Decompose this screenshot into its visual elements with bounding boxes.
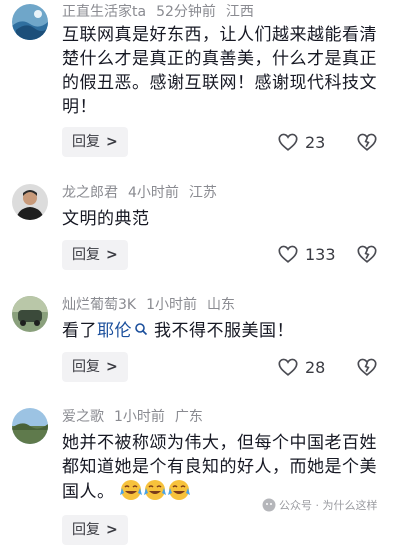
reply-button[interactable]: 回复 > xyxy=(62,127,128,157)
username[interactable]: 爱之歌 xyxy=(62,409,104,425)
dislike-icon[interactable] xyxy=(356,243,378,265)
avatar[interactable] xyxy=(12,296,48,332)
heart-icon xyxy=(278,245,298,263)
chevron-right-icon: > xyxy=(106,359,118,375)
avatar[interactable] xyxy=(12,408,48,444)
like-button[interactable]: 23 xyxy=(277,130,325,154)
avatar[interactable] xyxy=(12,4,48,40)
location: 广东 xyxy=(174,409,203,425)
avatar[interactable] xyxy=(12,184,48,220)
username[interactable]: 灿烂葡萄3K xyxy=(62,297,136,313)
comment-meta: 龙之郎君 4小时前 江苏 xyxy=(62,182,227,202)
watermark: 公众号 · 为什么这样 xyxy=(262,497,378,513)
dislike-icon[interactable] xyxy=(356,131,378,153)
reply-button[interactable]: 回复 > xyxy=(62,515,128,545)
timestamp: 4小时前 xyxy=(128,185,179,201)
like-button[interactable]: 133 xyxy=(277,242,336,266)
like-count: 23 xyxy=(305,132,326,152)
wechat-icon xyxy=(262,498,276,512)
like-count: 133 xyxy=(305,244,336,264)
comment-text-content: 她并不被称颂为伟大，但每个中国老百姓都知道她是个有良知的好人，而她是个美国人。 xyxy=(62,433,377,502)
text-prefix: 看了 xyxy=(62,321,97,341)
reply-label: 回复 xyxy=(72,134,100,150)
text-suffix: 我不得不服美国！ xyxy=(154,321,294,341)
heart-icon xyxy=(278,133,298,151)
timestamp: 1小时前 xyxy=(146,297,198,313)
watermark-text: 公众号 · 为什么这样 xyxy=(279,499,378,512)
like-button[interactable]: 28 xyxy=(277,355,325,379)
comment-text: 文明的典范 xyxy=(62,209,150,229)
comment-meta: 灿烂葡萄3K 1小时前 山东 xyxy=(62,294,245,314)
comment-text: 看了耶伦 我不得不服美国！ xyxy=(62,319,384,343)
crying-laugh-emoji-icon xyxy=(144,480,167,500)
comment-meta: 正直生活家ta 52分钟前 江西 xyxy=(62,1,264,21)
dislike-icon[interactable] xyxy=(356,356,378,378)
timestamp: 1小时前 xyxy=(114,409,165,425)
search-icon[interactable] xyxy=(134,322,148,336)
reply-button[interactable]: 回复 > xyxy=(62,352,128,382)
comment-text: 她并不被称颂为伟大，但每个中国老百姓都知道她是个有良知的好人，而她是个美国人。 xyxy=(62,431,384,504)
heart-icon xyxy=(278,358,298,376)
chevron-right-icon: > xyxy=(106,522,118,538)
chevron-right-icon: > xyxy=(106,134,118,150)
reply-label: 回复 xyxy=(72,359,100,375)
location: 江西 xyxy=(225,4,254,20)
keyword-link[interactable]: 耶伦 xyxy=(97,321,132,341)
chevron-right-icon: > xyxy=(106,247,118,263)
like-count: 28 xyxy=(305,357,326,377)
location: 江苏 xyxy=(188,185,217,201)
username[interactable]: 龙之郎君 xyxy=(62,185,118,201)
comment-meta: 爱之歌 1小时前 广东 xyxy=(62,406,213,426)
reply-label: 回复 xyxy=(72,247,100,263)
timestamp: 52分钟前 xyxy=(156,4,216,20)
comment-text: 互联网真是好东西，让人们越来越能看清楚什么才是真正的真善美，什么才是真正的假丑恶… xyxy=(62,25,377,117)
username[interactable]: 正直生活家ta xyxy=(62,4,146,20)
reply-button[interactable]: 回复 > xyxy=(62,240,128,270)
reply-label: 回复 xyxy=(72,522,100,538)
location: 山东 xyxy=(207,297,236,313)
crying-laugh-emoji-icon xyxy=(168,480,191,500)
crying-laugh-emoji-icon xyxy=(120,480,143,500)
